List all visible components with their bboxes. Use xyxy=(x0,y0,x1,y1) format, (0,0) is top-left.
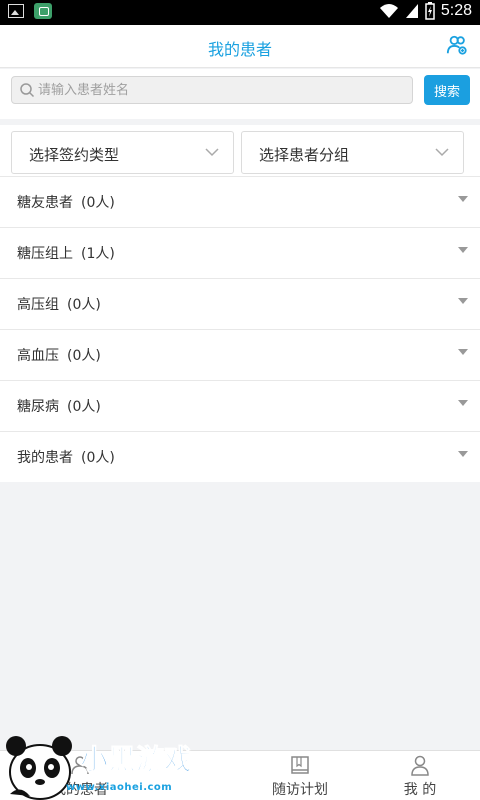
watermark-text: 小黑游戏 xyxy=(79,743,193,777)
group-count: (0人) xyxy=(81,195,115,211)
battery-icon xyxy=(425,2,435,20)
group-count: (1人) xyxy=(81,246,115,262)
app-header: 我的患者 xyxy=(0,25,480,68)
chevron-down-icon xyxy=(205,148,219,157)
group-count: (0人) xyxy=(81,450,115,466)
group-count: (0人) xyxy=(67,399,101,415)
status-bar: 5:28 xyxy=(0,0,480,25)
patient-group-list: 糖友患者 (0人) 糖压组上 (1人) 高压组 (0人) 高血压 (0人) 糖尿病 (0人… xyxy=(0,176,480,482)
search-input[interactable] xyxy=(38,80,398,100)
image-notification-icon xyxy=(8,4,24,18)
group-row[interactable]: 高压组 (0人) xyxy=(0,278,480,329)
sign-type-dropdown-label: 选择签约类型 xyxy=(29,146,120,164)
search-box[interactable] xyxy=(11,76,413,104)
group-name: 糖友患者 xyxy=(17,195,73,211)
expand-caret-icon xyxy=(458,451,468,457)
group-row[interactable]: 糖尿病 (0人) xyxy=(0,380,480,431)
patient-group-dropdown-label: 选择患者分组 xyxy=(259,146,350,164)
watermark-url: www.xiaohei.com xyxy=(66,782,173,793)
filter-area: 选择签约类型 选择患者分组 xyxy=(0,119,480,176)
search-icon xyxy=(20,83,35,98)
expand-caret-icon xyxy=(458,349,468,355)
expand-caret-icon xyxy=(458,247,468,253)
camera-notification-icon xyxy=(34,3,52,19)
expand-caret-icon xyxy=(458,400,468,406)
group-row[interactable]: 糖友患者 (0人) xyxy=(0,176,480,227)
tab-label: 我 的 xyxy=(403,782,437,798)
group-name: 我的患者 xyxy=(17,450,73,466)
book-icon xyxy=(291,756,309,774)
wifi-icon xyxy=(379,4,398,18)
tab-mine[interactable]: 我 的 xyxy=(340,751,480,800)
group-count: (0人) xyxy=(67,348,101,364)
group-name: 糖压组上 xyxy=(17,246,73,262)
group-name: 高血压 xyxy=(17,348,59,364)
search-button[interactable]: 搜索 xyxy=(424,75,470,105)
group-row[interactable]: 糖压组上 (1人) xyxy=(0,227,480,278)
status-time: 5:28 xyxy=(440,2,472,19)
page-title: 我的患者 xyxy=(207,40,272,59)
group-name: 高压组 xyxy=(17,297,59,313)
watermark: 小黑游戏 www.xiaohei.com xyxy=(0,732,200,800)
expand-caret-icon xyxy=(458,298,468,304)
group-name: 糖尿病 xyxy=(17,399,59,415)
group-count: (0人) xyxy=(67,297,101,313)
expand-caret-icon xyxy=(458,196,468,202)
group-row[interactable]: 高血压 (0人) xyxy=(0,329,480,380)
user-icon xyxy=(411,755,429,776)
signal-icon xyxy=(405,4,418,18)
group-row[interactable]: 我的患者 (0人) xyxy=(0,431,480,482)
search-area: 搜索 xyxy=(0,69,480,119)
sign-type-dropdown[interactable]: 选择签约类型 xyxy=(11,131,234,174)
patient-group-dropdown[interactable]: 选择患者分组 xyxy=(241,131,464,174)
chevron-down-icon xyxy=(435,148,449,157)
contacts-icon[interactable] xyxy=(446,34,468,56)
